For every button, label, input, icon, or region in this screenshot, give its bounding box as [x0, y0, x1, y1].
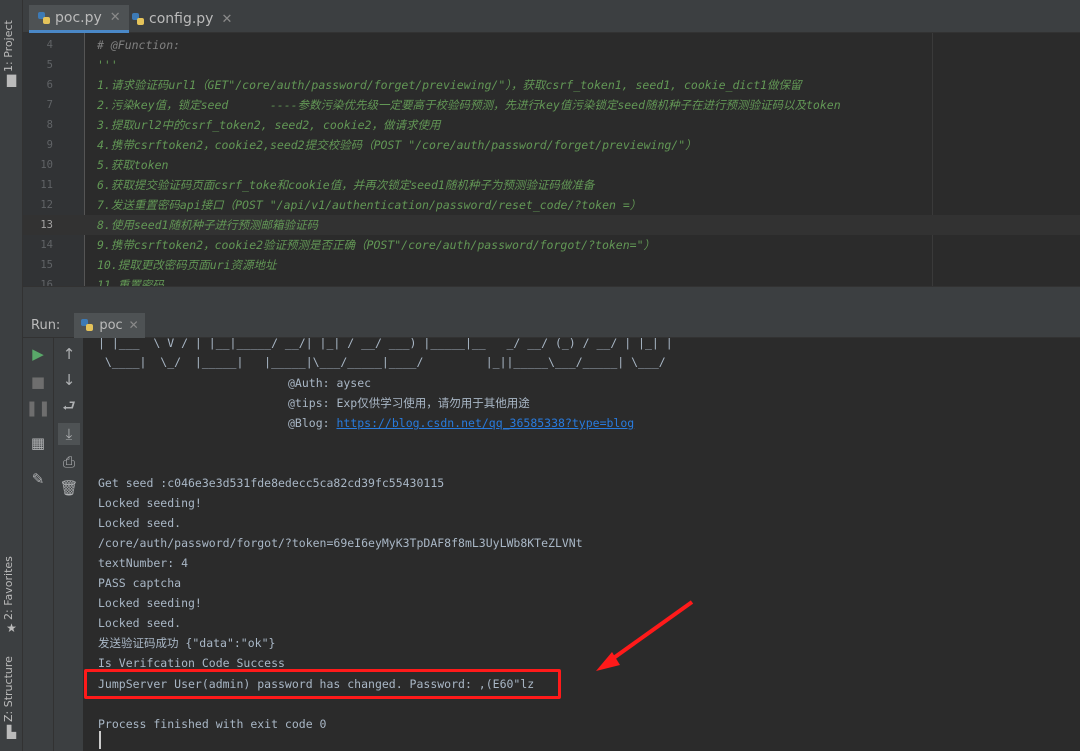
tab-label: config.py — [149, 11, 214, 27]
line-number: 6 — [46, 79, 53, 91]
line-number: 9 — [46, 139, 53, 151]
run-toolbar-primary: ▶ ■ ❚❚ ▦ ✎ — [23, 338, 54, 751]
panel-splitter[interactable] — [23, 286, 1080, 313]
rerun-icon[interactable]: ▶ — [27, 343, 49, 365]
code-text: 5.获取token — [97, 158, 169, 172]
line-number: 12 — [40, 199, 53, 211]
pause-icon[interactable]: ❚❚ — [25, 397, 50, 419]
code-text: 1.请求验证码url1（GET"/core/auth/password/forg… — [97, 78, 802, 92]
structure-icon[interactable]: ▙ — [5, 726, 18, 738]
run-console[interactable]: | |___ \ V / | |__|_____/ __/| |_| / __/… — [84, 338, 1080, 751]
code-text: 4.携带csrftoken2，cookie2,seed2提交校验码（POST "… — [97, 138, 697, 152]
code-line[interactable]: 7 2.污染key值，锁定seed ----参数污染优先级一定要高于校验码预测，先… — [23, 95, 1080, 115]
stop-icon[interactable]: ■ — [27, 371, 49, 393]
code-line[interactable]: 8 3.提取url2中的csrf_token2, seed2, cookie2，做… — [23, 115, 1080, 135]
code-line[interactable]: 16 11.重置密码 — [23, 275, 1080, 286]
structure-tool-tab[interactable]: Z: Structure — [2, 656, 20, 722]
code-text: 11.重置密码 — [97, 278, 164, 286]
scroll-to-end-icon[interactable]: ⤓ — [58, 423, 80, 445]
tab-label: poc.py — [55, 9, 102, 26]
favorites-tool-tab[interactable]: 2: Favorites — [2, 556, 20, 620]
run-tab-poc[interactable]: poc ✕ — [74, 312, 145, 338]
trash-icon[interactable]: 🗑 — [58, 477, 80, 499]
tab-poc-py[interactable]: poc.py ✕ — [29, 5, 129, 33]
line-number: 8 — [46, 119, 53, 131]
run-tab-label: poc — [99, 317, 123, 333]
line-number: 7 — [46, 99, 53, 111]
down-arrow-icon[interactable]: ↓ — [58, 369, 80, 391]
python-file-icon — [38, 11, 50, 24]
left-tool-strip: ▇ 1: Project 2: Favorites ★ Z: Structure… — [0, 0, 23, 751]
run-toolbar-secondary: ↑ ↓ ⮐ ⤓ ⎙ 🗑 — [54, 338, 84, 751]
code-text: 6.获取提交验证码页面csrf_toke和cookie值，并再次锁定seed1随… — [97, 178, 595, 192]
editor-tab-bar: poc.py ✕ config.py ✕ — [23, 0, 1080, 33]
line-number: 10 — [40, 159, 53, 171]
python-file-icon — [81, 319, 94, 331]
close-icon[interactable]: ✕ — [221, 12, 232, 27]
code-text: 10.提取更改密码页面uri资源地址 — [97, 258, 277, 272]
line-number: 13 — [40, 219, 53, 231]
project-tool-tab[interactable]: 1: Project — [2, 14, 20, 72]
code-text: 8.使用seed1随机种子进行预测邮箱验证码 — [97, 218, 318, 232]
tab-config-py[interactable]: config.py ✕ — [123, 5, 240, 33]
run-label: Run: — [31, 317, 61, 333]
code-text: 3.提取url2中的csrf_token2, seed2, cookie2，做请… — [97, 118, 441, 132]
close-icon[interactable]: ✕ — [110, 10, 121, 25]
code-line[interactable]: 12 7.发送重置密码api接口（POST "/api/v1/authentica… — [23, 195, 1080, 215]
code-text: 2.污染key值，锁定seed ----参数污染优先级一定要高于校验码预测，先进… — [97, 98, 841, 112]
up-arrow-icon[interactable]: ↑ — [58, 343, 80, 365]
line-number: 15 — [40, 259, 53, 271]
code-line[interactable]: 14 9.携带csrftoken2，cookie2验证预测是否正确（POST"/c… — [23, 235, 1080, 255]
red-arrow-annotation — [596, 600, 694, 671]
code-line[interactable]: 10 5.获取token — [23, 155, 1080, 175]
python-file-icon — [132, 13, 144, 25]
soft-wrap-icon[interactable]: ⮐ — [58, 397, 80, 419]
code-line[interactable]: 4 # @Function: — [23, 35, 1080, 55]
code-text: 7.发送重置密码api接口（POST "/api/v1/authenticati… — [97, 198, 642, 212]
code-line[interactable]: 15 10.提取更改密码页面uri资源地址 — [23, 255, 1080, 275]
code-line[interactable]: 11 6.获取提交验证码页面csrf_toke和cookie值，并再次锁定seed… — [23, 175, 1080, 195]
print-icon[interactable]: ⎙ — [58, 451, 80, 473]
run-panel-header: Run: poc ✕ — [23, 312, 1080, 338]
close-icon[interactable]: ✕ — [129, 318, 139, 332]
pin-icon[interactable]: ✎ — [27, 468, 49, 490]
code-text: ''' — [97, 58, 118, 72]
line-number: 14 — [40, 239, 53, 251]
code-text: 9.携带csrftoken2，cookie2验证预测是否正确（POST"/cor… — [97, 238, 655, 252]
restore-layout-icon[interactable]: ▦ — [27, 432, 49, 454]
line-number: 5 — [46, 59, 53, 71]
code-line[interactable]: 9 4.携带csrftoken2，cookie2,seed2提交校验码（POST … — [23, 135, 1080, 155]
line-number: 4 — [46, 39, 53, 51]
line-number: 11 — [40, 179, 53, 191]
code-line[interactable]: 6 1.请求验证码url1（GET"/core/auth/password/for… — [23, 75, 1080, 95]
line-number: 16 — [40, 279, 53, 286]
code-line[interactable]: 5 ''' — [23, 55, 1080, 75]
code-text: # @Function: — [97, 38, 181, 52]
star-icon[interactable]: ★ — [5, 622, 18, 634]
project-folder-icon[interactable]: ▇ — [5, 74, 18, 86]
code-editor[interactable]: 4 # @Function: 5 ''' 6 1.请求验证码url1（GET"/cor… — [23, 33, 1080, 286]
code-line-current[interactable]: 13 8.使用seed1随机种子进行预测邮箱验证码 — [23, 215, 1080, 235]
